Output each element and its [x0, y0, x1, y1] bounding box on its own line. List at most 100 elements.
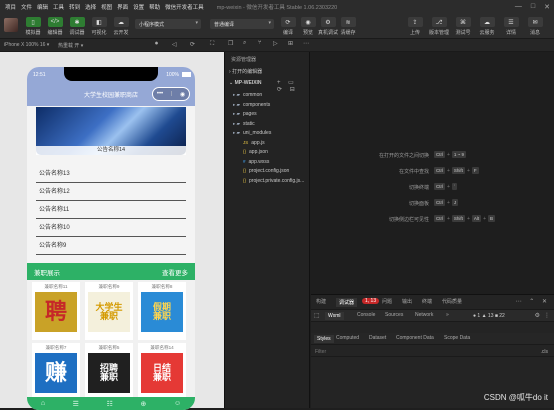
job-card[interactable]: 兼职名称14日结 兼职 [138, 343, 186, 401]
devtools-top-tab[interactable]: 输出 [402, 298, 412, 305]
styles-subtab[interactable]: Scope Data [444, 335, 470, 341]
filter-input[interactable]: Filter [315, 349, 326, 355]
open-editors-section[interactable]: › 打开的编辑器 [225, 68, 311, 77]
fullscreen-icon[interactable]: ⛶ [210, 41, 214, 48]
devtools-top-tab[interactable]: 问题 [382, 298, 392, 305]
tree-folder[interactable]: ▸ ▰pages [225, 109, 311, 118]
category-icon[interactable]: ☷ [107, 400, 113, 408]
menu-item[interactable]: 工具 [53, 3, 64, 11]
news-item[interactable]: 公告名称13 [36, 165, 186, 183]
menu-item[interactable]: 视图 [101, 3, 112, 11]
news-item[interactable]: 公告名称10 [36, 219, 186, 237]
menu-item[interactable]: 项目 [5, 3, 16, 11]
cart-icon[interactable]: ⊕ [140, 400, 146, 408]
toolbar-button[interactable]: ☁云服务 [475, 17, 499, 36]
news-item[interactable]: 公告名称12 [36, 183, 186, 201]
devtools-panel-tab[interactable]: » [446, 312, 449, 318]
rotate-icon[interactable]: ⟳ [190, 41, 195, 48]
menu-item[interactable]: 选择 [85, 3, 96, 11]
tree-file[interactable]: JSapp.js [225, 138, 311, 147]
tree-file[interactable]: #app.wxss [225, 157, 311, 166]
hotreload-select[interactable]: 热重载 开 ▾ [58, 42, 83, 49]
job-card[interactable]: 兼职名称5招聘 兼职 [85, 343, 133, 401]
toolbar-button[interactable]: ⇪上传 [403, 17, 427, 36]
toolbar-button[interactable]: ◉预览 [298, 17, 318, 36]
toolbar-button[interactable]: ☰详情 [499, 17, 523, 36]
menu-item[interactable]: 转到 [69, 3, 80, 11]
tree-folder[interactable]: ▸ ▰components [225, 100, 311, 109]
devtools-top-tab[interactable]: 调试器 [336, 298, 357, 307]
branch-icon[interactable]: ⑂ [258, 40, 262, 46]
home-icon[interactable]: ⌂ [41, 400, 45, 407]
banner-swiper[interactable]: 公告名称14 [36, 107, 186, 155]
toolbar-button[interactable]: ▯模拟器 [22, 17, 44, 36]
gear-icon[interactable]: ⚙ [535, 312, 540, 319]
menu-item[interactable]: 设置 [133, 3, 144, 11]
toolbar-button[interactable]: ◧可视化 [88, 17, 110, 36]
toolbar-button[interactable]: ☁云开发 [110, 17, 132, 36]
inspect-icon[interactable]: ⬚ [314, 312, 320, 319]
job-card[interactable]: 兼职名称9大学生 兼职 [85, 282, 133, 340]
toolbar-button[interactable]: </>编辑器 [44, 17, 66, 36]
user-icon[interactable]: ☺ [174, 400, 181, 407]
styles-subtab[interactable]: Styles [314, 335, 334, 343]
toolbar-button[interactable]: ≋清缓存 [338, 17, 358, 36]
news-item[interactable]: 公告名称9 [36, 237, 186, 255]
cls-toggle[interactable]: .cls [541, 349, 549, 355]
devtools-top-tab[interactable]: 代码质量 [442, 298, 462, 305]
styles-subtab[interactable]: Component Data [396, 335, 434, 341]
job-card[interactable]: 兼职名称11聘 [32, 282, 80, 340]
news-item[interactable]: 公告名称11 [36, 201, 186, 219]
tree-file[interactable]: {}project.config.json [225, 166, 311, 175]
files-icon[interactable]: ❐ [228, 40, 233, 47]
menu-item[interactable]: 微信开发者工具 [165, 3, 204, 11]
menu-item[interactable]: 文件 [21, 3, 32, 11]
tree-file[interactable]: {}project.private.config.js... [225, 176, 311, 185]
job-card[interactable]: 兼职名称7赚 [32, 343, 80, 401]
toolbar-button[interactable]: ⚙真机调试 [318, 17, 338, 36]
toolbar-button[interactable]: ✱调试器 [66, 17, 88, 36]
toolbar-button[interactable]: ⌘测试号 [451, 17, 475, 36]
toolbar-button[interactable]: ⟳编译 [278, 17, 298, 36]
avatar[interactable] [4, 18, 18, 32]
more-icon[interactable]: ••• [157, 91, 163, 97]
debug-icon[interactable]: ▷ [273, 40, 278, 47]
devtools-panel-tab[interactable]: Wxml [325, 312, 344, 320]
devtools-top-tab[interactable]: 终端 [422, 298, 432, 305]
search-icon[interactable]: ⌕ [243, 40, 246, 47]
menu-item[interactable]: 编辑 [37, 3, 48, 11]
more-vertical-icon[interactable]: ⋮ [544, 312, 550, 319]
close-circle-icon[interactable]: ◉ [180, 91, 185, 98]
compile-select[interactable]: 普通编译▾ [210, 19, 274, 29]
devtools-top-tab[interactable]: 构建 [316, 298, 326, 305]
maximize-button[interactable]: □ [531, 3, 535, 11]
more-icon[interactable]: ⋯ [303, 40, 309, 47]
devtools-panel-tab[interactable]: Sources [385, 312, 403, 318]
issue-counts[interactable]: ● 1 ▲ 13 ■ 22 [473, 313, 505, 319]
extensions-icon[interactable]: ⊞ [288, 40, 293, 47]
tree-file[interactable]: {}app.json [225, 147, 311, 156]
devtools-panel-tab[interactable]: Console [357, 312, 375, 318]
tree-folder[interactable]: ▸ ▰static [225, 119, 311, 128]
toolbar-button[interactable]: ✉消息 [523, 17, 547, 36]
close-window-button[interactable]: ✕ [544, 3, 550, 11]
volume-icon[interactable]: ◁ [172, 41, 177, 48]
mode-select[interactable]: 小程序模式▾ [135, 19, 201, 29]
list-icon[interactable]: ☰ [73, 400, 79, 408]
menu-item[interactable]: 帮助 [149, 3, 160, 11]
device-select[interactable]: iPhone X 100% 16 ▾ [4, 42, 49, 48]
devtools-panel-tab[interactable]: Network [415, 312, 433, 318]
minimize-button[interactable]: — [515, 3, 522, 11]
record-icon[interactable]: ⏺ [155, 41, 158, 48]
tree-folder[interactable]: ▸ ▰uni_modules [225, 128, 311, 137]
styles-subtab[interactable]: Computed [336, 335, 359, 341]
tree-folder[interactable]: ▸ ▰common [225, 90, 311, 99]
view-more-link[interactable]: 查看更多 [162, 267, 188, 277]
devtools-top-tab[interactable]: 1, 13 [362, 298, 379, 304]
shortcut-hint: 在打开的文件之间切换 [311, 152, 429, 160]
styles-subtab[interactable]: Dataset [369, 335, 386, 341]
toolbar-button[interactable]: ⎇版本管理 [427, 17, 451, 36]
panel-controls[interactable]: ⋯ ⌃ ✕ [516, 298, 550, 305]
menu-item[interactable]: 界面 [117, 3, 128, 11]
job-card[interactable]: 兼职名称8假期 兼职 [138, 282, 186, 340]
